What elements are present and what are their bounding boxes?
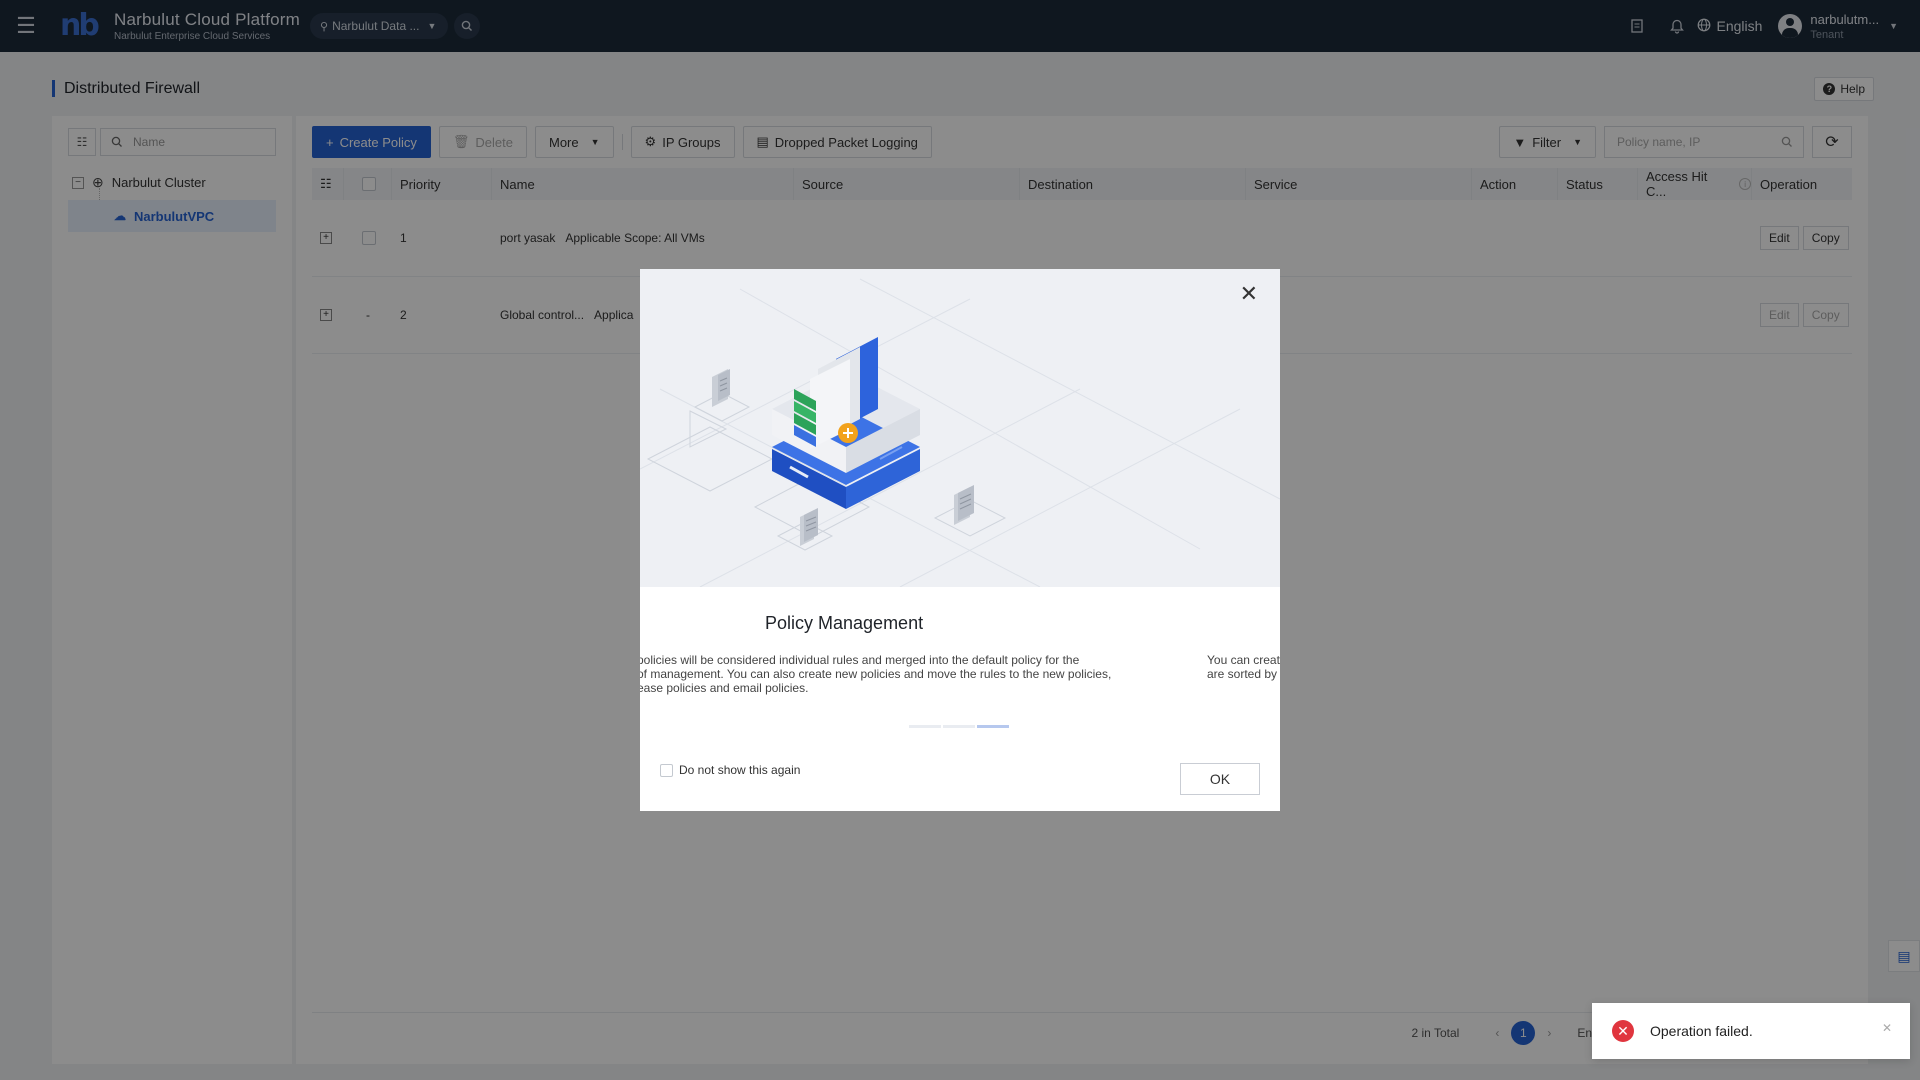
checkbox[interactable]	[660, 763, 673, 777]
dialog-description-next: You can creat are sorted by	[1207, 653, 1280, 681]
carousel-dot-active[interactable]	[977, 725, 1009, 728]
close-icon[interactable]: ✕	[1882, 1021, 1892, 1035]
desc-line: ease policies and email policies.	[640, 681, 809, 695]
desc-line: policies will be considered individual r…	[640, 653, 1080, 667]
dialog-description: policies will be considered individual r…	[640, 653, 1127, 695]
carousel-dot[interactable]	[909, 725, 941, 728]
error-toast: ✕ Operation failed. ✕	[1592, 1003, 1910, 1059]
desc-line: are sorted by	[1207, 667, 1278, 681]
dialog-title: Policy Management	[765, 613, 924, 633]
dont-show-again-checkbox[interactable]: Do not show this again	[660, 763, 800, 777]
toast-message: Operation failed.	[1650, 1023, 1753, 1039]
close-icon[interactable]: ✕	[1240, 283, 1258, 305]
guide-illustration	[640, 269, 1280, 587]
desc-line: You can creat	[1207, 653, 1280, 667]
ok-button[interactable]: OK	[1180, 763, 1260, 795]
desc-line: of management. You can also create new p…	[640, 667, 1112, 681]
carousel-indicator	[909, 725, 1011, 728]
error-icon: ✕	[1612, 1020, 1634, 1042]
illustration-svg	[640, 278, 1280, 587]
carousel-dot[interactable]	[943, 725, 975, 728]
policy-management-dialog: ✕ Policy Management policies will be con…	[640, 269, 1280, 811]
dont-show-again-label: Do not show this again	[679, 763, 801, 777]
